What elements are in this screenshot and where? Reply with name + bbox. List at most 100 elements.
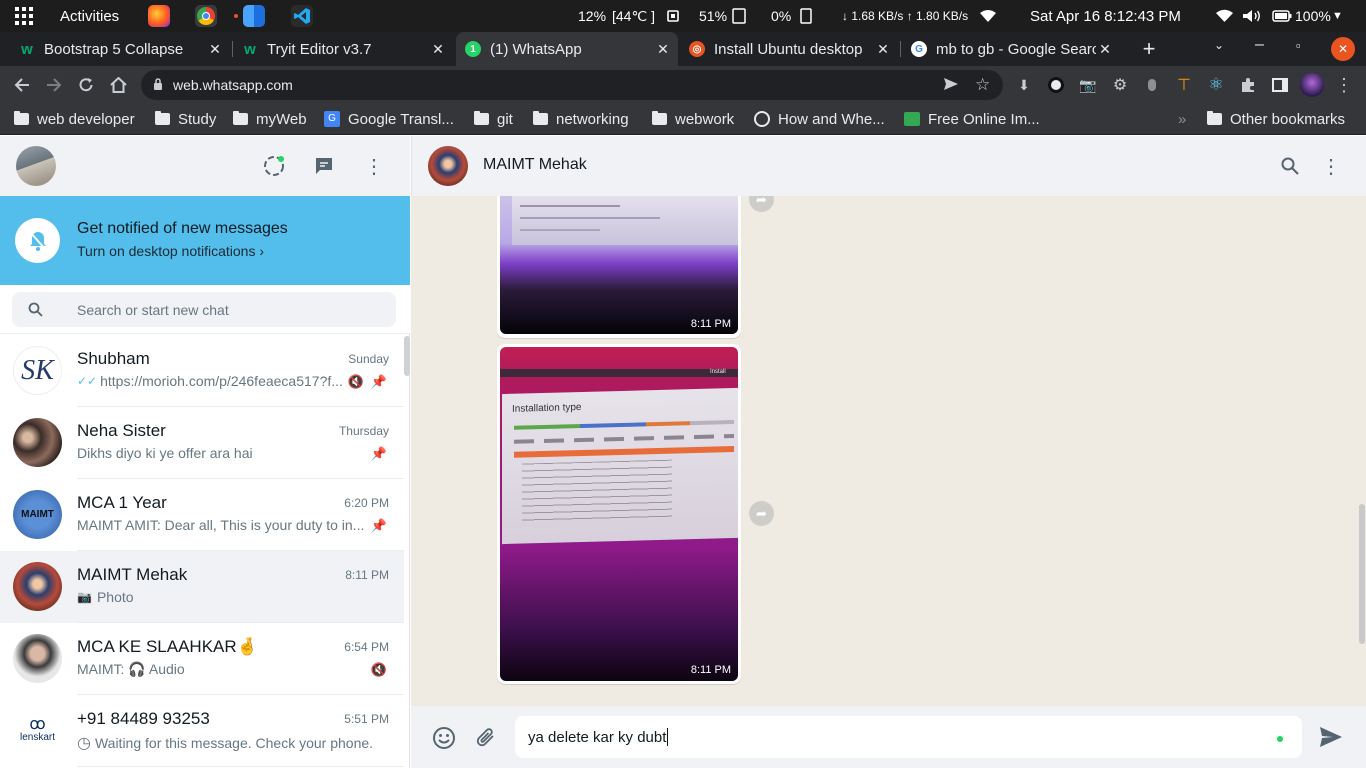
contact-avatar[interactable] <box>428 146 468 186</box>
close-tab-icon[interactable]: ✕ <box>429 40 447 58</box>
menu-icon[interactable]: ⋮ <box>362 154 386 178</box>
bookmark-networking[interactable]: networking <box>533 104 629 134</box>
bookmark-free-online-image[interactable]: Free Online Im... <box>904 104 1040 134</box>
bookmark-other[interactable]: Other bookmarks <box>1207 104 1345 134</box>
chrome-icon[interactable] <box>195 5 217 27</box>
send-icon[interactable] <box>1317 724 1345 750</box>
avatar: MAIMT <box>13 490 62 539</box>
close-tab-icon[interactable]: ✕ <box>654 40 672 58</box>
extension-bulb-icon[interactable] <box>1140 66 1164 104</box>
new-tab-plus-icon[interactable]: + <box>1136 36 1162 62</box>
emoji-icon[interactable] <box>431 725 457 751</box>
avatar: SK <box>13 346 62 395</box>
clock[interactable]: Sat Apr 16 8:12:43 PM <box>1030 0 1181 32</box>
system-top-bar: Activities 12% [44℃ ] 51% 0% ↓ 1.68 KB/s… <box>0 0 1366 32</box>
profile-avatar-icon[interactable] <box>1298 66 1326 104</box>
new-chat-icon[interactable] <box>312 154 336 178</box>
chat-item-neha-sister[interactable]: Neha Sister Thursday Dikhs diyo ki ye of… <box>0 407 404 479</box>
tab-search-chevron-icon[interactable]: ⌄ <box>1214 38 1224 52</box>
tab-google-search[interactable]: G mb to gb - Google Search ✕ <box>902 32 1120 66</box>
send-to-device-icon[interactable] <box>943 76 959 95</box>
close-tab-icon[interactable]: ✕ <box>874 40 892 58</box>
minimize-icon[interactable]: – <box>1255 36 1264 54</box>
image-icon <box>904 112 920 126</box>
extension-tool-icon[interactable]: ⊤ <box>1172 66 1196 104</box>
reload-icon[interactable] <box>72 66 100 104</box>
window-close-icon[interactable]: ✕ <box>1331 37 1355 61</box>
glasses-icon: ꝏ <box>29 716 46 733</box>
bookmark-web-developer[interactable]: web developer <box>14 104 135 134</box>
search-icon[interactable] <box>1278 154 1302 178</box>
download-icon[interactable]: ⬇ <box>1012 66 1036 104</box>
close-tab-icon[interactable]: ✕ <box>1096 40 1114 58</box>
folder-icon <box>474 111 489 125</box>
extensions-puzzle-icon[interactable] <box>1236 66 1260 104</box>
chat-item-mca-ke-slaahkar[interactable]: MCA KE SLAAHKAR🤞 6:54 PM MAIMT: 🎧 Audio … <box>0 623 404 695</box>
apps-grid-icon[interactable] <box>14 0 34 32</box>
bookmark-git[interactable]: git <box>474 104 513 134</box>
tab-ubuntu[interactable]: ◎ Install Ubuntu desktop ✕ <box>680 32 898 66</box>
chat-item-mca-1-year[interactable]: MAIMT MCA 1 Year 6:20 PM MAIMT AMIT: Dea… <box>0 479 404 551</box>
bookmark-star-icon[interactable]: ☆ <box>975 75 990 95</box>
react-devtools-icon[interactable]: ⚛ <box>1204 66 1228 104</box>
photo-message[interactable]: 8:11 PM <box>497 196 741 338</box>
conversation-header[interactable]: MAIMT Mehak ⋮ <box>411 136 1366 196</box>
side-panel-icon[interactable] <box>1268 66 1292 104</box>
wifi-small-icon <box>980 0 996 32</box>
bookmark-google-translate[interactable]: G Google Transl... <box>324 104 454 134</box>
message-draft: ya delete kar ky dubt <box>528 728 667 746</box>
vscode-icon[interactable] <box>291 5 313 27</box>
firefox-icon[interactable] <box>148 5 170 27</box>
chat-item-maimt-mehak[interactable]: MAIMT Mehak 8:11 PM 📷 Photo <box>0 551 404 623</box>
clock-icon: ◷ <box>77 735 91 752</box>
restore-icon[interactable]: ▫ <box>1296 38 1301 53</box>
tab-whatsapp[interactable]: 1 (1) WhatsApp ✕ <box>456 32 678 66</box>
bookmark-study[interactable]: Study <box>155 104 216 134</box>
notification-banner[interactable]: Get notified of new messages Turn on des… <box>0 196 410 285</box>
status-icon[interactable] <box>262 154 286 178</box>
photo-message[interactable]: Install Installation type 8:11 PM <box>497 344 741 684</box>
avatar: ꝏ lenskart <box>13 706 62 755</box>
activities-button[interactable]: Activities <box>60 0 119 32</box>
bookmark-webwork[interactable]: webwork <box>652 104 734 134</box>
notification-link[interactable]: Turn on desktop notifications › <box>77 243 264 259</box>
message-time: 8:11 PM <box>690 318 731 330</box>
folder-icon <box>652 111 667 125</box>
message-scrollbar[interactable] <box>1359 504 1365 644</box>
message-list: 8:11 PM ➦ Install Installation type 8:11… <box>411 196 1366 706</box>
bookmark-how-and-where[interactable]: How and Whe... <box>754 104 885 134</box>
disk-icon <box>800 0 812 32</box>
menu-icon[interactable]: ⋮ <box>1319 154 1343 178</box>
extension-github-icon[interactable] <box>1044 66 1068 104</box>
chat-item-unknown-number[interactable]: ꝏ lenskart +91 84489 93253 5:51 PM ◷ Waiti… <box>0 695 404 767</box>
bookmarks-overflow-icon[interactable]: » <box>1178 104 1186 134</box>
volume-icon[interactable] <box>1242 0 1262 32</box>
search-input[interactable]: Search or start new chat <box>12 292 396 327</box>
browser-menu-icon[interactable]: ⋮ <box>1332 66 1356 104</box>
bookmark-myweb[interactable]: myWeb <box>233 104 307 134</box>
settings-gear-icon[interactable]: ⚙ <box>1108 66 1132 104</box>
message-input[interactable]: ya delete kar ky dubt <box>515 716 1302 758</box>
forward-icon[interactable]: ➦ <box>749 501 774 526</box>
tab-bootstrap[interactable]: w Bootstrap 5 Collapse ✕ <box>12 32 230 66</box>
forward-arrow-icon[interactable] <box>40 66 68 104</box>
wifi-icon[interactable] <box>1216 0 1233 32</box>
close-tab-icon[interactable]: ✕ <box>206 40 224 58</box>
my-avatar[interactable] <box>16 146 56 186</box>
finder-icon[interactable] <box>243 5 265 27</box>
attach-clip-icon[interactable] <box>473 725 499 751</box>
contact-name: MAIMT Mehak <box>483 156 587 173</box>
folder-icon <box>533 111 548 125</box>
sidebar-scrollbar[interactable] <box>404 336 410 376</box>
tab-tryit[interactable]: w Tryit Editor v3.7 ✕ <box>235 32 453 66</box>
battery-icon[interactable] <box>1272 0 1292 32</box>
chat-item-shubham[interactable]: SK Shubham Sunday ✓✓ https://morioh.com/p… <box>0 335 404 407</box>
forward-icon[interactable]: ➦ <box>749 196 774 212</box>
home-icon[interactable] <box>104 66 132 104</box>
camera-icon[interactable]: 📷 <box>1076 66 1100 104</box>
avatar <box>13 562 62 611</box>
address-bar[interactable]: web.whatsapp.com ☆ <box>141 70 1003 100</box>
avatar <box>13 634 62 683</box>
back-arrow-icon[interactable] <box>8 66 36 104</box>
system-menu-chevron-icon[interactable]: ▼ <box>1332 0 1343 32</box>
